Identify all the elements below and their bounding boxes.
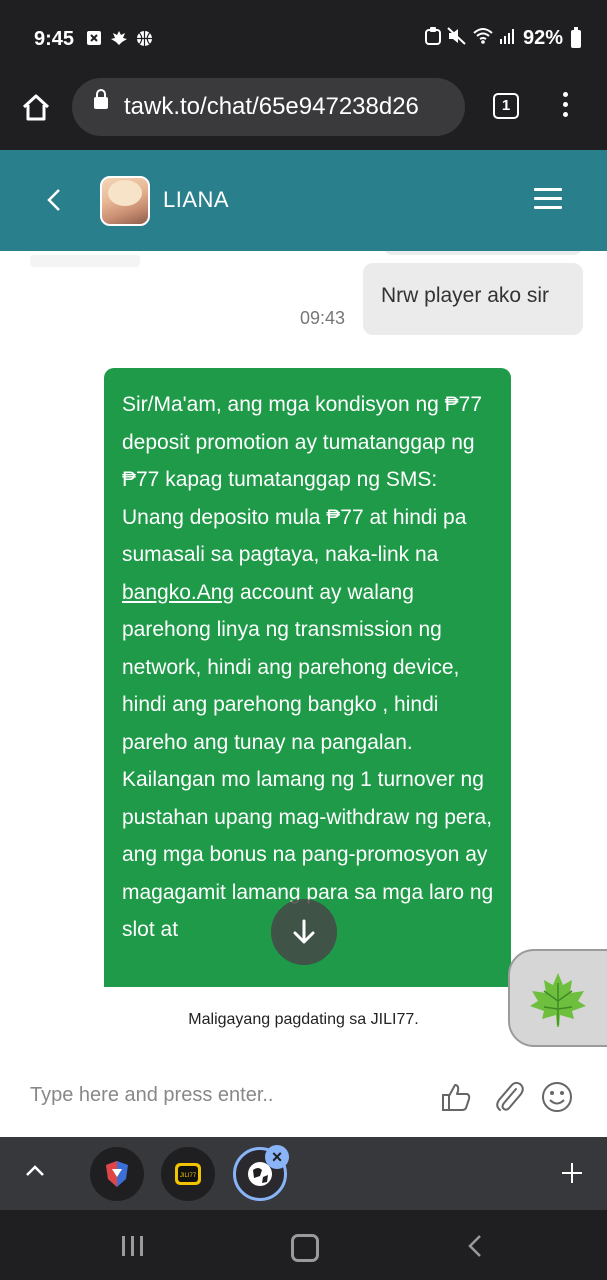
tab-app-shield[interactable] <box>90 1147 144 1201</box>
browser-tab-strip: JILI77 <box>0 1137 607 1210</box>
browser-toolbar: tawk.to/chat/65e947238d26 1 <box>0 78 607 148</box>
close-notification-icon <box>86 30 102 52</box>
scroll-to-bottom-button[interactable] <box>271 899 337 965</box>
menu-hamburger-icon[interactable] <box>534 188 562 210</box>
jili-app-icon: JILI77 <box>175 1163 201 1185</box>
more-menu-icon[interactable] <box>560 92 570 122</box>
address-bar[interactable]: tawk.to/chat/65e947238d26 <box>72 78 465 136</box>
user-message-text: Nrw player ako sir <box>381 284 550 307</box>
agent-text-part2: account ay walang parehong linya ng tran… <box>122 580 494 942</box>
bank-link[interactable]: bangko.Ang <box>122 581 234 604</box>
url-text[interactable]: tawk.to/chat/65e947238d26 <box>124 93 454 121</box>
system-nav-bar <box>0 1210 607 1280</box>
floating-widget[interactable] <box>508 949 607 1047</box>
thumbs-up-icon[interactable] <box>440 1081 472 1118</box>
nav-home-icon[interactable] <box>291 1234 319 1262</box>
message-input[interactable] <box>28 1083 412 1108</box>
close-tab-icon[interactable]: × <box>265 1145 289 1169</box>
shield-app-icon <box>106 1161 128 1187</box>
signal-icon <box>499 27 517 50</box>
nav-back-icon[interactable] <box>467 1234 483 1263</box>
back-chevron-icon[interactable] <box>44 188 64 211</box>
faded-previous-text <box>30 255 140 267</box>
tab-switcher-button[interactable]: 1 <box>493 93 519 119</box>
notification-icons <box>86 30 153 52</box>
wifi-icon <box>473 27 493 50</box>
user-message-bubble: Nrw player ako sir <box>363 263 583 335</box>
home-icon <box>22 94 50 121</box>
chat-messages[interactable]: Nrw player ako sir 09:43 Sir/Ma'am, ang … <box>0 251 607 987</box>
home-button[interactable] <box>20 92 52 124</box>
status-right-icons: 92% <box>424 26 581 50</box>
agent-text-part1: Sir/Ma'am, ang mga kondisyon ng ₱77 depo… <box>122 393 483 566</box>
agent-name: LIANA <box>163 187 230 212</box>
mute-icon <box>447 27 467 50</box>
nfc-icon <box>424 27 441 50</box>
message-input-bar <box>0 1047 607 1137</box>
message-timestamp: 09:43 <box>300 308 346 328</box>
battery-percent: 92% <box>522 27 563 49</box>
attachment-clip-icon[interactable] <box>494 1081 524 1118</box>
previous-message-bubble <box>384 251 582 255</box>
status-time: 9:45 <box>34 28 75 50</box>
status-bar: 9:45 92% <box>0 0 607 78</box>
new-tab-plus-icon[interactable] <box>560 1161 584 1185</box>
svg-text:JILI77: JILI77 <box>180 1173 197 1179</box>
arrow-down-icon <box>293 919 315 944</box>
battery-icon <box>571 26 581 48</box>
basketball-icon <box>136 30 153 52</box>
agent-avatar <box>100 176 150 226</box>
maple-leaf-icon <box>530 973 586 1027</box>
emoji-icon[interactable] <box>541 1081 573 1118</box>
leaf-notification-icon <box>110 30 128 52</box>
tab-jili77[interactable]: JILI77 <box>161 1147 215 1201</box>
agent-message-text: Sir/Ma'am, ang mga kondisyon ng ₱77 depo… <box>122 386 498 949</box>
agent-message-bubble: Sir/Ma'am, ang mga kondisyon ng ₱77 depo… <box>104 368 511 987</box>
lock-icon <box>94 89 108 109</box>
chevron-up-icon[interactable] <box>24 1163 46 1184</box>
recents-icon[interactable] <box>122 1236 143 1256</box>
chat-header: LIANA <box>0 150 607 251</box>
